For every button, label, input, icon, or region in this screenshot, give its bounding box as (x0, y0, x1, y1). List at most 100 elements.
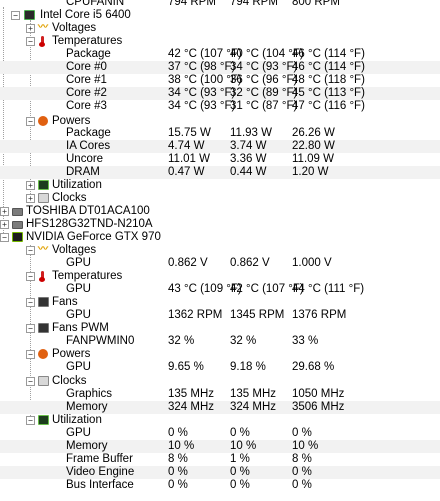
sensor-row[interactable]: FANPWMIN0 32 % 32 % 33 % (0, 335, 440, 348)
sensor-value-current: 0 % (168, 479, 188, 491)
sensor-row[interactable]: Core #2 34 °C (93 °F) 32 °C (89 °F) 45 °… (0, 87, 440, 100)
device-node-disk[interactable]: + TOSHIBA DT01ACA100 (0, 205, 440, 218)
sensor-row[interactable]: GPU 43 °C (109 °F) 42 °C (107 °F) 44 °C … (0, 283, 440, 296)
group-node-fans-pwm[interactable]: − Fans PWM (0, 322, 440, 335)
sensor-row[interactable]: Core #3 34 °C (93 °F) 31 °C (87 °F) 47 °… (0, 100, 440, 113)
sensor-value-max: 22.80 W (292, 140, 335, 152)
collapse-icon[interactable]: − (0, 233, 9, 242)
sensor-value-current: 324 MHz (168, 401, 215, 413)
device-node-gpu[interactable]: − NVIDIA GeForce GTX 970 (0, 231, 440, 244)
sensor-row[interactable]: DRAM 0.47 W 0.44 W 1.20 W (0, 166, 440, 179)
group-node-powers[interactable]: − Powers (0, 348, 440, 361)
sensor-value-current: 4.74 W (168, 140, 205, 152)
sensor-row[interactable]: Graphics 135 MHz 135 MHz 1050 MHz (0, 388, 440, 401)
group-node-clocks[interactable]: − Clocks (0, 375, 440, 388)
group-label: Fans PWM (52, 322, 109, 334)
sensor-value-max: 26.26 W (292, 127, 335, 139)
sensor-value-min: 0 % (230, 427, 250, 439)
group-node-utilization[interactable]: − Utilization (0, 414, 440, 427)
expand-icon[interactable]: + (26, 194, 35, 203)
collapse-icon[interactable]: − (26, 324, 35, 333)
sensor-row[interactable]: Core #1 38 °C (100 °F) 36 °C (96 °F) 48 … (0, 74, 440, 87)
sensor-value-min: 324 MHz (230, 401, 277, 413)
sensor-value-max: 800 RPM (292, 0, 340, 8)
group-node-utilization[interactable]: + Utilization (0, 179, 440, 192)
collapse-icon[interactable]: − (26, 377, 35, 386)
sensor-row[interactable]: CPUFANIN 794 RPM 794 RPM 800 RPM (0, 0, 440, 9)
collapse-icon[interactable]: − (26, 298, 35, 307)
device-name: Intel Core i5 6400 (40, 9, 131, 21)
device-name: TOSHIBA DT01ACA100 (26, 205, 150, 217)
sensor-value-min: 3.74 W (230, 140, 267, 152)
group-label: Voltages (52, 244, 97, 256)
sensor-value-max: 0 % (292, 466, 312, 478)
sensor-value-max: 46 °C (114 °F) (292, 48, 365, 60)
sensor-label: Video Engine (66, 466, 135, 478)
group-node-fans[interactable]: − Fans (0, 296, 440, 309)
sensor-row[interactable]: Frame Buffer 8 % 1 % 8 % (0, 453, 440, 466)
sensor-value-max: 0 % (292, 479, 312, 491)
collapse-icon[interactable]: − (26, 117, 35, 126)
device-name: NVIDIA GeForce GTX 970 (26, 231, 161, 243)
fan-icon (38, 297, 49, 307)
sensor-value-min: 31 °C (87 °F) (230, 100, 298, 112)
sensor-label: FANPWMIN0 (66, 335, 135, 347)
collapse-icon[interactable]: − (11, 11, 20, 20)
sensor-label: GPU (66, 427, 91, 439)
group-node-clocks[interactable]: + Clocks (0, 192, 440, 205)
sensor-row[interactable]: GPU 9.65 % 9.18 % 29.68 % (0, 361, 440, 374)
sensor-value-min: 3.36 W (230, 153, 267, 165)
sensor-row[interactable]: GPU 0.862 V 0.862 V 1.000 V (0, 257, 440, 270)
sensor-value-min: 32 °C (89 °F) (230, 87, 298, 99)
device-node-disk[interactable]: + HFS128G32TND-N210A (0, 218, 440, 231)
sensor-row[interactable]: IA Cores 4.74 W 3.74 W 22.80 W (0, 140, 440, 153)
sensor-row[interactable]: Package 42 °C (107 °F) 40 °C (104 °F) 46… (0, 48, 440, 61)
collapse-icon[interactable]: − (26, 350, 35, 359)
group-node-voltages[interactable]: − 〰 Voltages (0, 244, 440, 257)
collapse-icon[interactable]: − (26, 272, 35, 281)
sensor-value-current: 9.65 % (168, 361, 204, 373)
expand-icon[interactable]: + (0, 220, 9, 229)
sensor-label: Bus Interface (66, 479, 134, 491)
group-label: Temperatures (52, 270, 123, 282)
sensor-row[interactable]: Bus Interface 0 % 0 % 0 % (0, 479, 440, 492)
collapse-icon[interactable]: − (26, 416, 35, 425)
sensor-value-max: 1.20 W (292, 166, 329, 178)
sensor-value-min: 794 RPM (230, 0, 278, 8)
sensor-value-current: 0.47 W (168, 166, 205, 178)
sensor-row[interactable]: Core #0 37 °C (98 °F) 34 °C (93 °F) 46 °… (0, 61, 440, 74)
sensor-label: CPUFANIN (66, 0, 125, 8)
collapse-icon[interactable]: − (26, 246, 35, 255)
sensor-value-max: 11.09 W (292, 153, 334, 165)
sensor-value-current: 0 % (168, 427, 188, 439)
sensor-value-current: 8 % (168, 453, 188, 465)
sensor-value-max: 45 °C (113 °F) (292, 87, 365, 99)
group-node-voltages[interactable]: + 〰 Voltages (0, 22, 440, 35)
expand-icon[interactable]: + (26, 181, 35, 190)
sensor-label: GPU (66, 283, 91, 295)
sensor-label: Core #0 (66, 61, 107, 73)
sensor-row[interactable]: GPU 0 % 0 % 0 % (0, 427, 440, 440)
group-node-temperatures[interactable]: − Temperatures (0, 35, 440, 48)
sensor-value-min: 1345 RPM (230, 309, 285, 321)
sensor-value-current: 11.01 W (168, 153, 210, 165)
group-label: Clocks (52, 192, 87, 204)
group-node-temperatures[interactable]: − Temperatures (0, 270, 440, 283)
expand-icon[interactable]: + (26, 24, 35, 33)
sensor-row[interactable]: GPU 1362 RPM 1345 RPM 1376 RPM (0, 309, 440, 322)
sensor-row[interactable]: Package 15.75 W 11.93 W 26.26 W (0, 127, 440, 140)
group-label: Voltages (52, 22, 97, 34)
sensor-row[interactable]: Memory 10 % 10 % 10 % (0, 440, 440, 453)
sensor-row[interactable]: Memory 324 MHz 324 MHz 3506 MHz (0, 401, 440, 414)
sensor-value-max: 46 °C (114 °F) (292, 61, 365, 73)
sensor-label: IA Cores (66, 140, 111, 152)
collapse-icon[interactable]: − (26, 37, 35, 46)
sensor-label: Uncore (66, 153, 104, 165)
clock-icon (38, 376, 49, 386)
sensor-row[interactable]: Uncore 11.01 W 3.36 W 11.09 W (0, 153, 440, 166)
sensor-value-current: 37 °C (98 °F) (168, 61, 236, 73)
device-node-cpu[interactable]: − Intel Core i5 6400 (0, 9, 440, 22)
expand-icon[interactable]: + (0, 207, 9, 216)
voltage-icon: 〰 (38, 22, 48, 33)
sensor-row[interactable]: Video Engine 0 % 0 % 0 % (0, 466, 440, 479)
